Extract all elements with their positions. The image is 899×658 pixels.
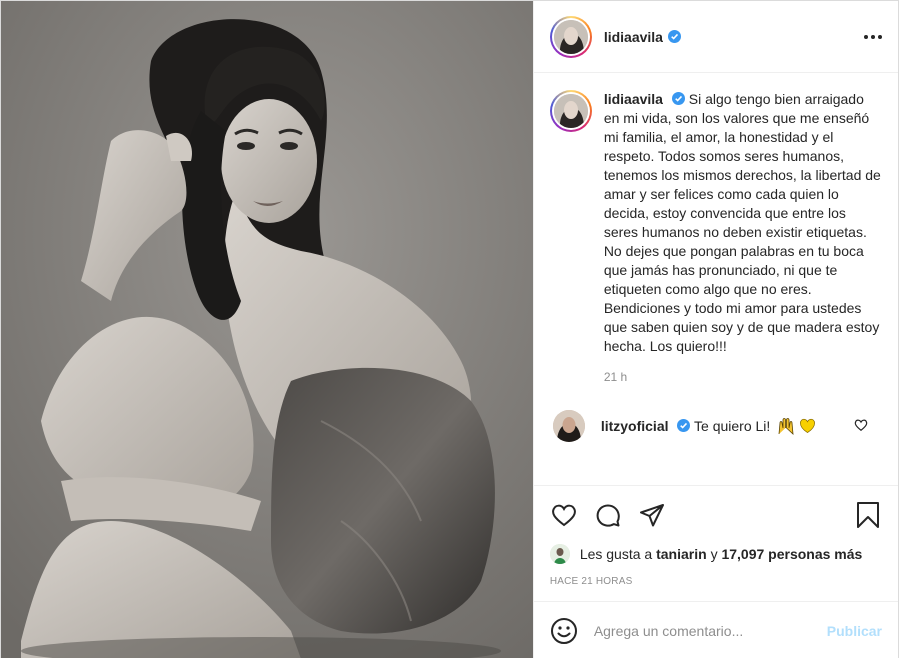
comment-input[interactable] — [593, 622, 819, 639]
comment-heart-icon[interactable] — [854, 418, 868, 432]
liker-username[interactable]: taniarin — [656, 546, 707, 562]
author-avatar-image — [553, 19, 588, 54]
post-header: lidiaavila — [533, 1, 898, 73]
bookmark-icon[interactable] — [854, 501, 882, 529]
likes-count-link[interactable]: 17,097 personas más — [721, 546, 862, 562]
verified-badge-icon — [671, 92, 685, 105]
likes-summary: Les gusta a taniarin y 17,097 personas m… — [549, 544, 882, 564]
yellow-heart-emoji-icon — [800, 419, 816, 434]
post-photo[interactable] — [1, 1, 533, 658]
commenter-username[interactable]: litzyoficial — [601, 418, 669, 434]
publish-button[interactable]: Publicar — [827, 623, 882, 639]
comment-body: Te quiero Li! — [694, 418, 771, 434]
raised-hands-emoji-icon — [778, 418, 794, 435]
commenter-avatar[interactable] — [552, 410, 585, 442]
caption-body: Si algo tengo bien arraigado en mi vida,… — [603, 91, 881, 354]
commenter-avatar-image — [552, 410, 585, 442]
post-date[interactable]: HACE 21 HORAS — [550, 576, 882, 587]
likes-prefix: Les gusta a — [579, 546, 653, 562]
emoji-icon[interactable] — [550, 617, 578, 645]
comment-icon[interactable] — [594, 501, 622, 529]
instagram-post: lidiaavila lidiaavila Si algo tengo bien… — [0, 0, 899, 658]
add-comment-bar: Publicar — [533, 601, 898, 658]
liker-avatar-image — [549, 544, 570, 564]
caption-author-avatar[interactable] — [549, 90, 592, 132]
comment-text-block: litzyoficial Te quiero Li! — [601, 417, 816, 435]
liker-avatar[interactable] — [549, 544, 570, 564]
action-bar — [550, 486, 882, 544]
caption: lidiaavila Si algo tengo bien arraigado … — [549, 90, 882, 356]
comments-section: lidiaavila Si algo tengo bien arraigado … — [534, 74, 898, 484]
verified-badge-icon — [677, 419, 691, 432]
more-options-icon[interactable] — [864, 29, 882, 45]
likes-connector: y — [710, 546, 718, 562]
share-icon[interactable] — [638, 501, 666, 529]
post-side-panel: lidiaavila lidiaavila Si algo tengo bien… — [532, 1, 898, 658]
post-photo-image — [1, 1, 533, 658]
caption-username[interactable]: lidiaavila — [604, 91, 663, 107]
heart-icon[interactable] — [550, 501, 578, 529]
caption-timestamp[interactable]: 21 h — [604, 370, 882, 384]
actions-section: Les gusta a taniarin y 17,097 personas m… — [533, 485, 898, 587]
comment-item: litzyoficial Te quiero Li! — [550, 410, 882, 442]
verified-badge-icon — [667, 30, 681, 43]
author-username[interactable]: lidiaavila — [604, 29, 663, 45]
caption-text-block: lidiaavila Si algo tengo bien arraigado … — [604, 90, 882, 356]
caption-avatar-image — [553, 94, 588, 128]
author-avatar[interactable] — [549, 15, 592, 58]
